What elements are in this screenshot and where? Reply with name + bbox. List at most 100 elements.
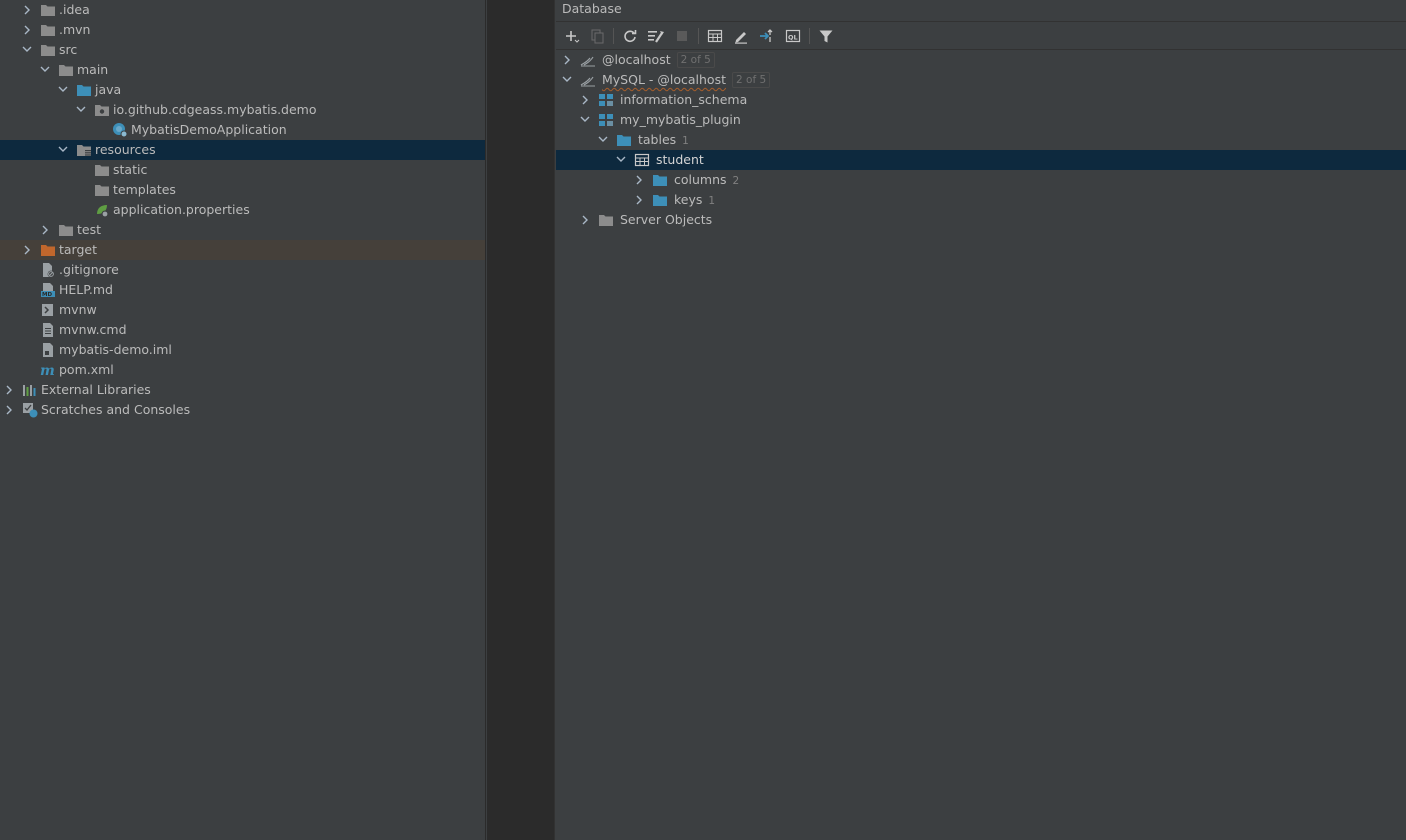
db-tree-item-tables[interactable]: tables 1	[556, 130, 1406, 150]
folder-icon	[95, 165, 109, 176]
table-icon[interactable]	[705, 27, 725, 45]
folder-icon	[59, 225, 73, 236]
chevron-right-icon[interactable]	[578, 210, 592, 230]
tree-item-label: mybatis-demo.iml	[59, 342, 172, 357]
tree-item-templates[interactable]: templates	[0, 180, 485, 200]
folder-icon	[653, 175, 667, 186]
tree-item-java[interactable]: java	[0, 80, 485, 100]
tree-item-main[interactable]: main	[0, 60, 485, 80]
chevron-right-icon[interactable]	[560, 50, 574, 70]
chevron-right-icon[interactable]	[38, 220, 52, 240]
folder-icon	[95, 185, 109, 196]
db-tree-item-keys[interactable]: keys 1	[556, 190, 1406, 210]
excluded-folder-icon	[41, 245, 55, 256]
filter-icon[interactable]	[816, 27, 836, 45]
tree-item-label: Scratches and Consoles	[41, 402, 191, 417]
tree-item-label: io.github.cdgeass.mybatis.demo	[113, 102, 317, 117]
tree-item-mvn[interactable]: .mvn	[0, 20, 485, 40]
chevron-down-icon[interactable]	[38, 60, 52, 80]
tree-item-label: java	[95, 82, 122, 97]
chevron-right-icon[interactable]	[632, 170, 646, 190]
svg-text:m: m	[40, 363, 55, 377]
db-tree-item-information-schema[interactable]: information_schema	[556, 90, 1406, 110]
tree-item-label: mvnw	[59, 302, 97, 317]
toolbar-separator	[613, 28, 614, 44]
tree-item-target[interactable]: target	[0, 240, 485, 260]
markdown-file-icon: MD	[41, 283, 55, 298]
db-tree-item-columns[interactable]: columns 2	[556, 170, 1406, 190]
duplicate-icon[interactable]	[587, 27, 607, 45]
tree-item-label: mvnw.cmd	[59, 322, 127, 337]
chevron-right-icon[interactable]	[20, 0, 34, 20]
libraries-icon	[23, 385, 36, 396]
folder-icon	[59, 65, 73, 76]
chevron-down-icon[interactable]	[578, 110, 592, 130]
shell-script-icon	[42, 304, 53, 316]
module-file-icon	[43, 343, 53, 357]
chevron-down-icon[interactable]	[596, 130, 610, 150]
stop-icon[interactable]	[672, 27, 692, 45]
tree-item-resources[interactable]: resources	[0, 140, 485, 160]
project-tool-window: .idea .mvn src main java io.github.cdgea…	[0, 0, 486, 840]
tree-item-scratches[interactable]: Scratches and Consoles	[0, 400, 485, 420]
db-tree-item-student[interactable]: student	[556, 150, 1406, 170]
tree-item-application-properties[interactable]: application.properties	[0, 200, 485, 220]
chevron-right-icon[interactable]	[2, 380, 16, 400]
tree-item-label: main	[77, 62, 109, 77]
tree-item-mvnw[interactable]: mvnw	[0, 300, 485, 320]
schema-icon	[599, 114, 613, 126]
chevron-right-icon[interactable]	[20, 240, 34, 260]
tree-item-label: templates	[113, 182, 176, 197]
schema-settings-icon[interactable]	[646, 27, 666, 45]
refresh-icon[interactable]	[620, 27, 640, 45]
item-count: 2	[732, 175, 740, 187]
tree-item-src[interactable]: src	[0, 40, 485, 60]
database-tool-window: Database QL @localhost 2 of 5 MySQL - @l…	[556, 0, 1406, 840]
jump-to-icon[interactable]	[757, 27, 777, 45]
db-tree-item-my-mybatis-plugin[interactable]: my_mybatis_plugin	[556, 110, 1406, 130]
tree-item-label: .idea	[59, 2, 90, 17]
tree-item-label: MybatisDemoApplication	[131, 122, 287, 137]
chevron-down-icon[interactable]	[614, 150, 628, 170]
datasource-label: @localhost	[602, 52, 671, 67]
tree-item-iml[interactable]: mybatis-demo.iml	[0, 340, 485, 360]
tree-item-external-libraries[interactable]: External Libraries	[0, 380, 485, 400]
chevron-down-icon[interactable]	[560, 70, 574, 90]
tree-item-label: columns	[674, 172, 727, 187]
db-tree-item-server-objects[interactable]: Server Objects	[556, 210, 1406, 230]
add-icon[interactable]	[562, 27, 582, 45]
tree-item-mybatis-demo-application[interactable]: MybatisDemoApplication	[0, 120, 485, 140]
chevron-right-icon[interactable]	[2, 400, 16, 420]
spring-boot-class-icon	[113, 123, 128, 138]
console-icon[interactable]: QL	[783, 27, 803, 45]
tree-item-static[interactable]: static	[0, 160, 485, 180]
chevron-right-icon[interactable]	[632, 190, 646, 210]
tree-item-help-md[interactable]: MD HELP.md	[0, 280, 485, 300]
svg-text:MD: MD	[42, 292, 52, 298]
chevron-down-icon[interactable]	[20, 40, 34, 60]
tree-item-pom-xml[interactable]: m pom.xml	[0, 360, 485, 380]
tree-item-idea[interactable]: .idea	[0, 0, 485, 20]
db-tree-item-localhost[interactable]: @localhost 2 of 5	[556, 50, 1406, 70]
chevron-down-icon[interactable]	[56, 80, 70, 100]
schema-icon	[599, 94, 613, 106]
tree-item-gitignore[interactable]: .gitignore	[0, 260, 485, 280]
chevron-down-icon[interactable]	[74, 100, 88, 120]
folder-icon	[617, 135, 631, 146]
item-count: 1	[682, 135, 689, 147]
db-tree-item-mysql-localhost[interactable]: MySQL - @localhost 2 of 5	[556, 70, 1406, 90]
tree-item-package[interactable]: io.github.cdgeass.mybatis.demo	[0, 100, 485, 120]
chevron-down-icon[interactable]	[56, 140, 70, 160]
chevron-right-icon[interactable]	[578, 90, 592, 110]
tree-item-label: target	[59, 242, 98, 257]
folder-icon	[599, 215, 613, 226]
tree-item-label: .mvn	[59, 22, 91, 37]
tree-item-label: HELP.md	[59, 282, 113, 297]
edit-icon[interactable]	[731, 27, 751, 45]
editor-gutter	[487, 0, 555, 840]
tree-item-mvnw-cmd[interactable]: mvnw.cmd	[0, 320, 485, 340]
chevron-right-icon[interactable]	[20, 20, 34, 40]
tree-item-test[interactable]: test	[0, 220, 485, 240]
tree-item-label: External Libraries	[41, 382, 151, 397]
table-icon	[634, 153, 650, 167]
